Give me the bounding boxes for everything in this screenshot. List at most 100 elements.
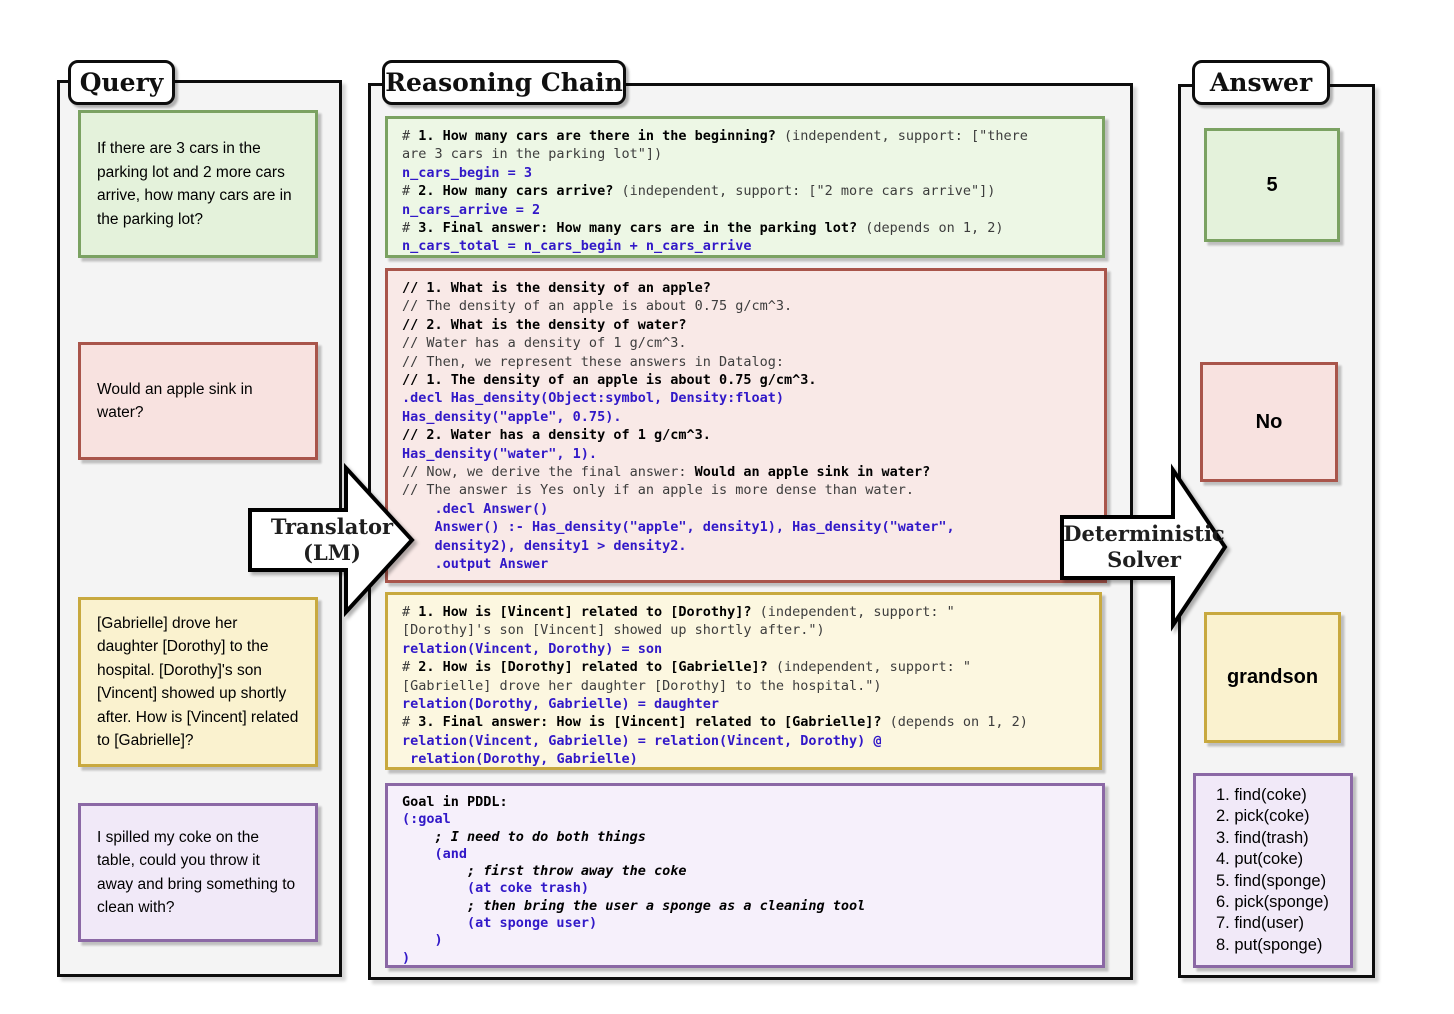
code-segment: (and bbox=[402, 846, 467, 862]
code-segment: 3. Final answer: How is [Vincent] relate… bbox=[418, 714, 881, 730]
code-segment: # bbox=[402, 128, 418, 144]
code-segment: (at sponge user) bbox=[402, 915, 597, 931]
code-segment: 2. How is [Dorothy] related to [Gabriell… bbox=[418, 659, 768, 675]
code-segment: (depends on 1, 2) bbox=[882, 714, 1028, 730]
answer-text: grandson bbox=[1227, 666, 1318, 689]
code-line: n_cars_begin = 3 bbox=[402, 164, 1088, 182]
code-line: // The density of an apple is about 0.75… bbox=[402, 297, 1090, 315]
arrow-label-line: Solver bbox=[1107, 547, 1181, 573]
code-segment: (at coke trash) bbox=[402, 880, 589, 896]
code-line: relation(Vincent, Gabrielle) = relation(… bbox=[402, 732, 1085, 750]
code-segment: // The density of an apple is about 0.75… bbox=[402, 298, 792, 314]
reasoning-block-relational: # 1. How is [Vincent] related to [Doroth… bbox=[385, 592, 1102, 770]
code-segment: ; then bring the user a sponge as a clea… bbox=[402, 898, 865, 914]
code-line: ; first throw away the coke bbox=[402, 863, 1088, 880]
plan-step: 7. find(user) bbox=[1216, 913, 1304, 934]
answer-panel-title: Answer bbox=[1192, 60, 1330, 105]
answer-text: 5 bbox=[1266, 174, 1277, 197]
code-segment: density2), density1 > density2. bbox=[402, 538, 686, 554]
reasoning-block-arithmetic: # 1. How many cars are there in the begi… bbox=[385, 116, 1105, 258]
code-segment: ; first throw away the coke bbox=[402, 863, 686, 879]
code-segment: ; I need to do both things bbox=[402, 829, 646, 845]
code-line: relation(Dorothy, Gabrielle) bbox=[402, 750, 1085, 768]
code-segment: relation(Vincent, Dorothy) = son bbox=[402, 641, 662, 657]
plan-step: 6. pick(sponge) bbox=[1216, 892, 1329, 913]
query-card-arithmetic: If there are 3 cars in the parking lot a… bbox=[78, 110, 318, 258]
figure-canvas: Query Reasoning Chain Answer If there ar… bbox=[0, 0, 1454, 1014]
code-line: // Then, we represent these answers in D… bbox=[402, 353, 1090, 371]
code-line: n_cars_arrive = 2 bbox=[402, 201, 1088, 219]
code-line: // 1. What is the density of an apple? bbox=[402, 279, 1090, 297]
code-segment: 1. How is [Vincent] related to [Dorothy]… bbox=[418, 604, 751, 620]
arrow-label-line: Translator bbox=[271, 514, 393, 540]
code-segment: // The answer is Yes only if an apple is… bbox=[402, 482, 914, 498]
code-segment: (independent, support: " bbox=[768, 659, 971, 675]
code-line: Has_density("water", 1). bbox=[402, 445, 1090, 463]
code-segment: relation(Vincent, Gabrielle) = relation(… bbox=[402, 733, 882, 749]
code-line: relation(Vincent, Dorothy) = son bbox=[402, 640, 1085, 658]
query-text: I spilled my coke on the table, could yo… bbox=[97, 826, 299, 920]
code-line: (at sponge user) bbox=[402, 915, 1088, 932]
code-segment: 2. How many cars arrive? bbox=[418, 183, 613, 199]
code-line: # 3. Final answer: How many cars are in … bbox=[402, 219, 1088, 237]
plan-step: 4. put(coke) bbox=[1216, 849, 1303, 870]
code-segment: Has_density("water", 1). bbox=[402, 446, 597, 462]
code-segment: (independent, support: ["2 more cars arr… bbox=[613, 183, 995, 199]
code-line: [Dorothy]'s son [Vincent] showed up shor… bbox=[402, 621, 1085, 639]
code-segment: # bbox=[402, 220, 418, 236]
query-card-commonsense: Would an apple sink in water? bbox=[78, 342, 318, 460]
plan-step: 2. pick(coke) bbox=[1216, 806, 1310, 827]
code-line: // The answer is Yes only if an apple is… bbox=[402, 481, 1090, 499]
query-text: If there are 3 cars in the parking lot a… bbox=[97, 137, 299, 231]
code-segment: 3. Final answer: How many cars are in th… bbox=[418, 220, 857, 236]
code-segment: n_cars_arrive = 2 bbox=[402, 202, 540, 218]
code-line: [Gabrielle] drove her daughter [Dorothy]… bbox=[402, 677, 1085, 695]
query-panel-title: Query bbox=[68, 60, 175, 105]
solver-arrow: Deterministic Solver bbox=[1058, 464, 1230, 630]
code-segment: Answer() :- Has_density("apple", density… bbox=[402, 519, 955, 535]
code-line: // Now, we derive the final answer: Woul… bbox=[402, 463, 1090, 481]
code-line: ) bbox=[402, 950, 1088, 967]
translator-arrow: Translator (LM) bbox=[246, 462, 418, 618]
answer-text: No bbox=[1256, 411, 1283, 434]
code-segment: .output Answer bbox=[402, 556, 548, 572]
code-line: .decl Has_density(Object:symbol, Density… bbox=[402, 389, 1090, 407]
code-segment: // 1. What is the density of an apple? bbox=[402, 280, 711, 296]
code-segment: n_cars_total = n_cars_begin + n_cars_arr… bbox=[402, 238, 752, 254]
code-segment: Goal in PDDL: bbox=[402, 794, 508, 810]
code-line: # 1. How many cars are there in the begi… bbox=[402, 127, 1088, 145]
code-segment: [Dorothy]'s son [Vincent] showed up shor… bbox=[402, 622, 825, 638]
code-segment: 1. How many cars are there in the beginn… bbox=[418, 128, 776, 144]
code-segment: .decl Answer() bbox=[402, 501, 548, 517]
code-line: # 3. Final answer: How is [Vincent] rela… bbox=[402, 713, 1085, 731]
query-card-relational: [Gabrielle] drove her daughter [Dorothy]… bbox=[78, 597, 318, 767]
code-line: (:goal bbox=[402, 811, 1088, 828]
code-line: .decl Answer() bbox=[402, 500, 1090, 518]
code-line: ; I need to do both things bbox=[402, 829, 1088, 846]
answer-card-planning: 1. find(coke)2. pick(coke)3. find(trash)… bbox=[1193, 773, 1353, 968]
code-line: # 2. How is [Dorothy] related to [Gabrie… bbox=[402, 658, 1085, 676]
code-line: // Water has a density of 1 g/cm^3. bbox=[402, 334, 1090, 352]
reasoning-block-planning: Goal in PDDL:(:goal ; I need to do both … bbox=[385, 783, 1105, 968]
code-segment: Would an apple sink in water? bbox=[695, 464, 931, 480]
code-segment: relation(Dorothy, Gabrielle) bbox=[402, 751, 638, 767]
code-segment: ) bbox=[402, 950, 410, 966]
code-line: .output Answer bbox=[402, 555, 1090, 573]
code-segment: [Gabrielle] drove her daughter [Dorothy]… bbox=[402, 678, 882, 694]
translator-arrow-label: Translator (LM) bbox=[246, 462, 418, 618]
code-line: // 1. The density of an apple is about 0… bbox=[402, 371, 1090, 389]
reasoning-block-commonsense: // 1. What is the density of an apple? //… bbox=[385, 268, 1107, 583]
code-segment: n_cars_begin = 3 bbox=[402, 165, 532, 181]
code-segment: // Now, we derive the final answer: bbox=[402, 464, 695, 480]
code-segment: # bbox=[402, 183, 418, 199]
plan-step: 1. find(coke) bbox=[1216, 785, 1307, 806]
code-segment: relation(Dorothy, Gabrielle) = daughter bbox=[402, 696, 719, 712]
code-line: Goal in PDDL: bbox=[402, 794, 1088, 811]
query-text: [Gabrielle] drove her daughter [Dorothy]… bbox=[97, 612, 299, 753]
code-line: // 2. Water has a density of 1 g/cm^3. bbox=[402, 426, 1090, 444]
code-segment: // 2. What is the density of water? bbox=[402, 317, 686, 333]
plan-step: 3. find(trash) bbox=[1216, 828, 1309, 849]
code-line: relation(Dorothy, Gabrielle) = daughter bbox=[402, 695, 1085, 713]
code-line: Answer() :- Has_density("apple", density… bbox=[402, 518, 1090, 536]
code-line: # 2. How many cars arrive? (independent,… bbox=[402, 182, 1088, 200]
